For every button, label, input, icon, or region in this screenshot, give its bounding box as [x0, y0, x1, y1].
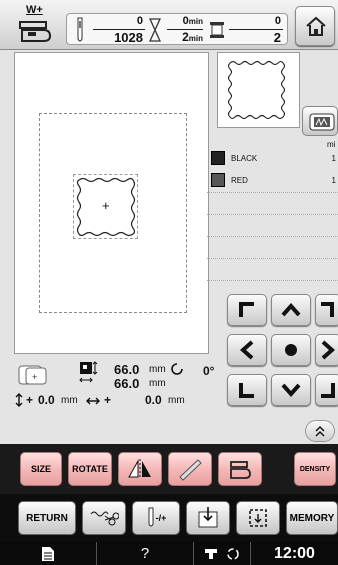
presser-foot-icon [230, 461, 251, 479]
clock: 12:00 [274, 544, 315, 562]
vertical-offset-icon [15, 393, 23, 407]
move-up-left-button[interactable] [227, 294, 267, 326]
color-row[interactable]: BLACK 1 [207, 144, 338, 166]
stitch-count-total: 1028 [114, 30, 143, 45]
sync-icon [227, 547, 239, 560]
return-button[interactable]: RETURN [18, 501, 76, 535]
document-icon [42, 546, 54, 561]
presser-foot-icon: W+ [14, 4, 58, 46]
angle-value: 0° [203, 364, 215, 378]
height-unit: mm [149, 364, 166, 375]
width-unit: mm [149, 378, 166, 389]
edit-toolbar: SIZE ROTATE DENSITY [0, 444, 338, 494]
thumbnail-wavy-border [227, 60, 286, 120]
embroidery-preview[interactable]: + [14, 52, 209, 354]
status-bar: ? 12:00 [0, 542, 338, 565]
design-info: + 66.0 mm 0° 66.0 mm + 0.0 mm + 0.0 mm [0, 356, 338, 418]
hourglass-icon [149, 18, 161, 42]
rotate-icon [171, 363, 183, 375]
y-offset-plus: + [26, 393, 34, 407]
color-value: 1 [331, 176, 336, 185]
density-button[interactable]: DENSITY [294, 452, 336, 486]
color-name: BLACK [231, 154, 258, 163]
thread-cut-button[interactable] [82, 501, 126, 535]
divider [207, 258, 338, 259]
double-chevron-up-icon [315, 425, 325, 437]
x-offset-unit: mm [168, 395, 185, 406]
scissors-icon [90, 511, 119, 526]
color-value: 1 [331, 154, 336, 163]
time-unit-2: min [188, 34, 203, 43]
chevron-up-icon [281, 303, 301, 317]
pencil-button[interactable] [168, 452, 212, 486]
frame-icon [309, 113, 335, 131]
move-up-button[interactable] [271, 294, 311, 326]
presser-foot-button[interactable] [218, 452, 262, 486]
manual-button[interactable] [0, 542, 97, 565]
corner-up-right-icon [321, 302, 334, 317]
needle-position-button[interactable]: -/+ [132, 501, 180, 535]
trial-frame-icon [249, 509, 267, 527]
x-offset-value: 0.0 [145, 393, 162, 407]
height-value: 66.0 [114, 362, 140, 377]
divider [207, 280, 338, 281]
start-point-icon [198, 507, 218, 528]
mirror-button[interactable] [118, 452, 162, 486]
home-icon [306, 16, 326, 36]
x-offset-plus: + [104, 393, 112, 407]
top-status-bar: W+ 0 1028 0min 2min 0 2 [0, 0, 338, 50]
frame-size-icon: + [18, 365, 47, 385]
needle-icon [148, 507, 154, 527]
color-name: RED [231, 176, 248, 185]
stitch-count-current: 0 [136, 15, 143, 27]
help-button[interactable]: ? [97, 542, 194, 565]
divider [207, 192, 338, 193]
presser-foot-label: W+ [26, 4, 43, 16]
y-offset-value: 0.0 [38, 393, 55, 407]
stitch-counter-panel: 0 1028 0min 2min 0 2 [66, 13, 288, 45]
move-up-right-button[interactable] [315, 294, 338, 326]
y-offset-unit: mm [61, 395, 78, 406]
divider [207, 236, 338, 237]
memory-button[interactable]: MEMORY [286, 501, 338, 535]
machine-icon [205, 548, 217, 559]
color-swatch [211, 151, 225, 165]
hoop-outline: + [39, 113, 187, 313]
time-unit: min [188, 17, 203, 26]
design-frame[interactable]: + [73, 174, 138, 239]
divider [207, 214, 338, 215]
rotate-button[interactable]: ROTATE [68, 452, 112, 486]
needle-icon [77, 17, 83, 42]
start-point-button[interactable] [186, 501, 230, 535]
center-mark: + [102, 198, 110, 213]
design-size-icon [79, 361, 98, 383]
collapse-button[interactable] [305, 420, 335, 442]
needle-position-label: -/+ [155, 513, 167, 523]
pencil-icon [179, 459, 202, 481]
horizontal-offset-icon [86, 397, 100, 405]
color-swatch [211, 173, 225, 187]
svg-text:+: + [32, 372, 37, 382]
home-button[interactable] [295, 6, 335, 46]
size-button[interactable]: SIZE [20, 452, 62, 486]
color-count-current: 0 [274, 15, 281, 27]
mirror-icon [128, 459, 151, 479]
frame-display-button[interactable] [302, 106, 338, 136]
trial-button[interactable] [236, 501, 280, 535]
time-total: 2 [182, 30, 189, 44]
action-toolbar: RETURN -/+ MEMORY [0, 494, 338, 542]
wireless-status[interactable] [194, 542, 251, 565]
color-row[interactable]: RED 1 [207, 166, 338, 188]
corner-up-left-icon [239, 302, 254, 317]
design-thumbnail [217, 52, 300, 128]
thread-spool-icon [210, 22, 224, 38]
dot-icon [285, 344, 297, 356]
width-value: 66.0 [114, 376, 140, 391]
color-count-total: 2 [273, 30, 281, 45]
